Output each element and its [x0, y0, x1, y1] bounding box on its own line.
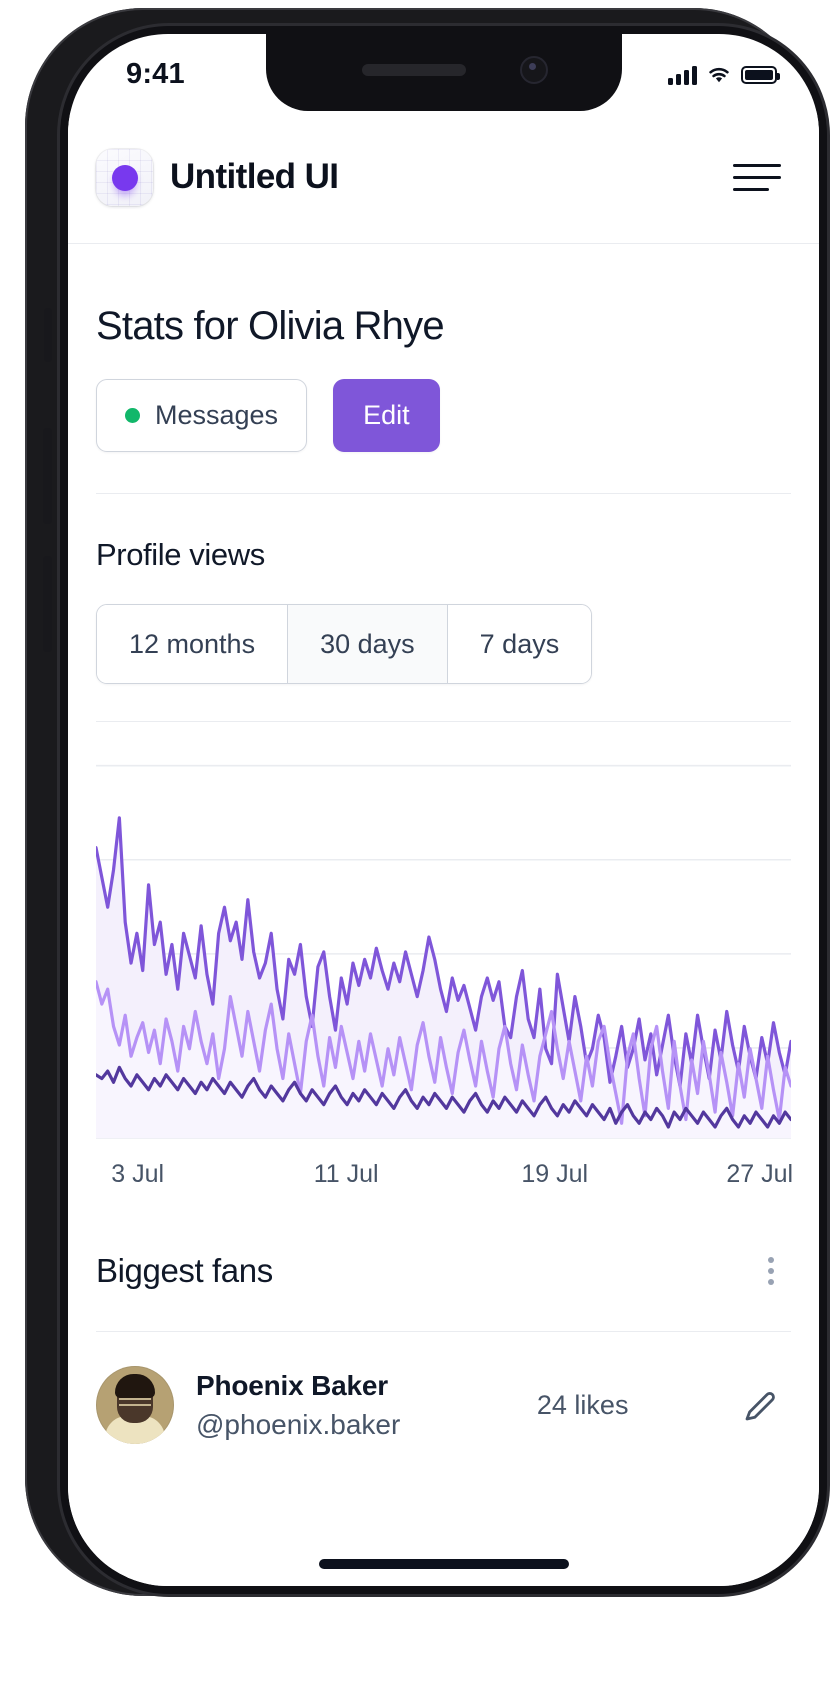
x-tick-label: 27 Jul [726, 1160, 793, 1189]
edit-button[interactable]: Edit [333, 379, 440, 452]
phone-screen: 9:41 [68, 34, 819, 1586]
messages-button[interactable]: Messages [96, 379, 307, 452]
profile-views-title: Profile views [96, 537, 791, 573]
fans-divider [96, 1331, 791, 1332]
section-divider [96, 493, 791, 494]
hamburger-menu-icon[interactable] [733, 155, 785, 199]
segment-30-days[interactable]: 30 days [288, 605, 448, 683]
segment-12-months[interactable]: 12 months [97, 605, 288, 683]
brand-name: Untitled UI [170, 157, 338, 197]
online-status-dot-icon [125, 408, 140, 423]
list-item[interactable]: Phoenix Baker @phoenix.baker 24 likes [96, 1366, 791, 1444]
wifi-icon [706, 65, 732, 85]
brand[interactable]: Untitled UI [96, 149, 338, 206]
page-title: Stats for Olivia Rhye [96, 304, 791, 349]
x-tick-label: 11 Jul [314, 1160, 379, 1189]
kebab-menu-icon[interactable] [751, 1248, 791, 1294]
mute-switch[interactable] [44, 308, 52, 362]
fan-name: Phoenix Baker [196, 1370, 400, 1402]
cellular-signal-icon [668, 65, 697, 85]
pencil-edit-icon[interactable] [735, 1379, 787, 1431]
front-camera-icon [520, 56, 548, 84]
status-time: 9:41 [126, 58, 185, 91]
biggest-fans-title: Biggest fans [96, 1252, 273, 1290]
chart-top-divider [96, 721, 791, 722]
avatar [96, 1366, 174, 1444]
fan-identity: Phoenix Baker @phoenix.baker [196, 1370, 400, 1441]
profile-views-chart [96, 758, 791, 1142]
screenshot-root: 9:41 [0, 0, 837, 1704]
chart-svg [96, 758, 791, 1142]
x-tick-label: 19 Jul [521, 1160, 588, 1189]
x-tick-label: 3 Jul [111, 1160, 164, 1189]
battery-full-icon [741, 66, 777, 84]
page-actions: Messages Edit [96, 379, 791, 452]
biggest-fans-header: Biggest fans [96, 1248, 791, 1294]
volume-up-button[interactable] [43, 428, 52, 524]
app-header: Untitled UI [68, 111, 819, 244]
fan-handle: @phoenix.baker [196, 1409, 400, 1441]
messages-button-label: Messages [155, 400, 278, 431]
chart-x-axis: 3 Jul 11 Jul 19 Jul 27 Jul [96, 1160, 791, 1198]
phone-device-frame: 9:41 [25, 8, 812, 1596]
status-indicators [668, 65, 777, 85]
device-notch [266, 34, 622, 111]
fan-likes: 24 likes [400, 1390, 735, 1421]
volume-down-button[interactable] [43, 556, 52, 652]
home-indicator[interactable] [319, 1559, 569, 1569]
page-content: Stats for Olivia Rhye Messages Edit Prof… [68, 244, 819, 1586]
segment-7-days[interactable]: 7 days [448, 605, 592, 683]
earpiece-speaker-icon [362, 64, 466, 76]
chart-series-group [96, 818, 791, 1138]
untitled-ui-logo-icon [96, 149, 153, 206]
timeframe-segmented-control[interactable]: 12 months 30 days 7 days [96, 604, 592, 684]
